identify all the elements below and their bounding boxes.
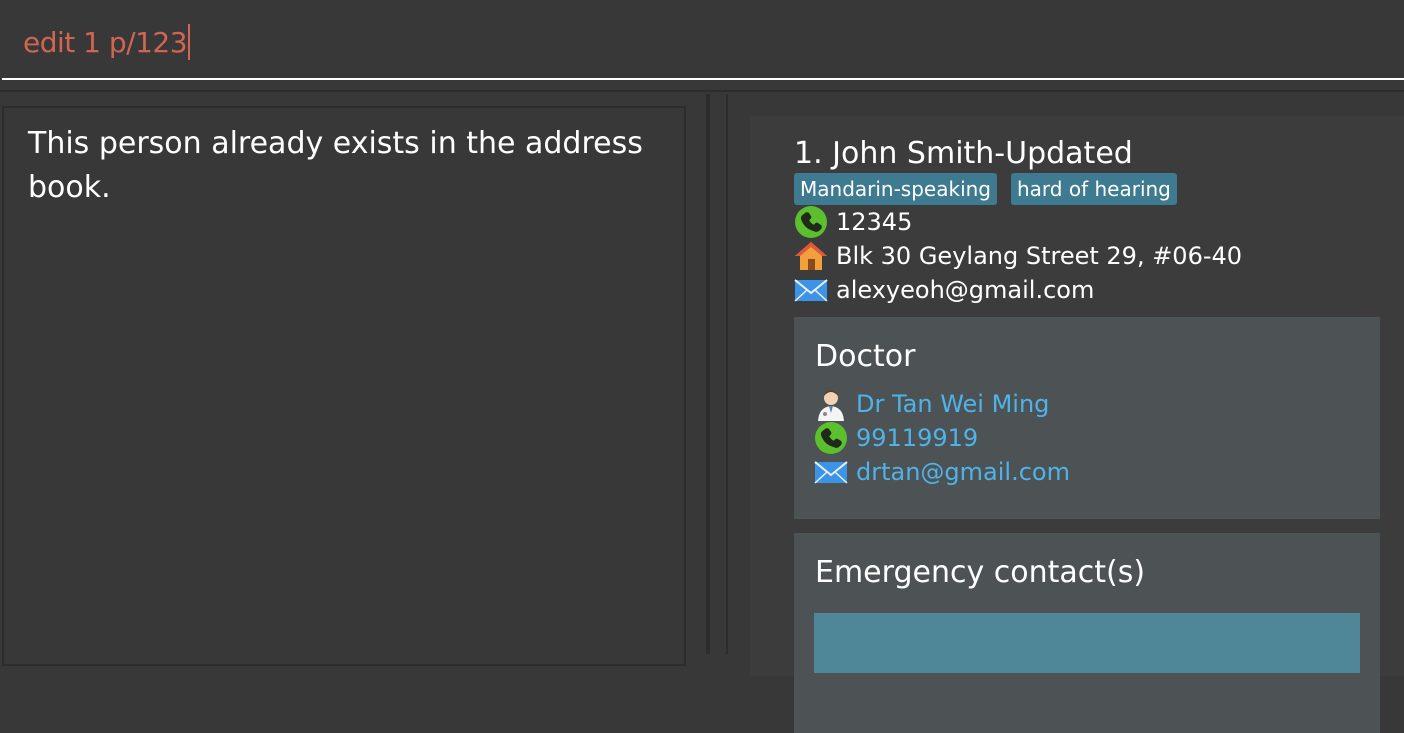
person-card[interactable]: 1. John Smith-Updated Mandarin-speaking … (750, 116, 1404, 733)
split-pane-divider[interactable] (706, 94, 710, 654)
doctor-name[interactable]: Dr Tan Wei Ming (856, 387, 1049, 421)
doctor-email[interactable]: drtan@gmail.com (856, 455, 1070, 489)
text-caret (188, 24, 191, 60)
address-value: Blk 30 Geylang Street 29, #06-40 (836, 242, 1243, 270)
phone-value: 12345 (836, 208, 913, 236)
phone-row: 12345 (794, 205, 912, 239)
address-row: Blk 30 Geylang Street 29, #06-40 (794, 239, 1242, 273)
result-display: This person already exists in the addres… (2, 106, 686, 666)
divider-horizontal (0, 90, 1404, 92)
person-list-panel: 1. John Smith-Updated Mandarin-speaking … (726, 94, 1404, 733)
command-text[interactable]: edit 1 p/123 (23, 24, 188, 62)
person-name: 1. John Smith-Updated (794, 136, 1133, 171)
tag: Mandarin-speaking (794, 173, 997, 205)
doctor-icon (814, 387, 848, 421)
envelope-icon (814, 455, 848, 489)
email-row: alexyeoh@gmail.com (794, 273, 1094, 307)
doctor-phone[interactable]: 99119919 (856, 421, 978, 455)
command-input[interactable]: edit 1 p/123 (2, 0, 1404, 80)
doctor-heading: Doctor (815, 339, 916, 374)
doctor-name-row: Dr Tan Wei Ming (814, 387, 1049, 421)
tag-list: Mandarin-speaking hard of hearing (794, 173, 1177, 205)
doctor-section: Doctor Dr Tan Wei Ming 99119919 drtan@gm… (794, 317, 1380, 519)
emergency-contact-card[interactable] (814, 613, 1360, 673)
emergency-section: Emergency contact(s) (794, 533, 1380, 733)
envelope-icon (794, 273, 828, 307)
phone-icon (814, 421, 848, 455)
doctor-email-row: drtan@gmail.com (814, 455, 1070, 489)
email-value: alexyeoh@gmail.com (836, 276, 1095, 304)
phone-icon (794, 205, 828, 239)
emergency-heading: Emergency contact(s) (815, 555, 1146, 590)
result-message: This person already exists in the addres… (28, 126, 643, 205)
command-bar: edit 1 p/123 (0, 0, 1404, 92)
doctor-phone-row: 99119919 (814, 421, 978, 455)
tag: hard of hearing (1011, 173, 1177, 205)
house-icon (794, 239, 828, 273)
